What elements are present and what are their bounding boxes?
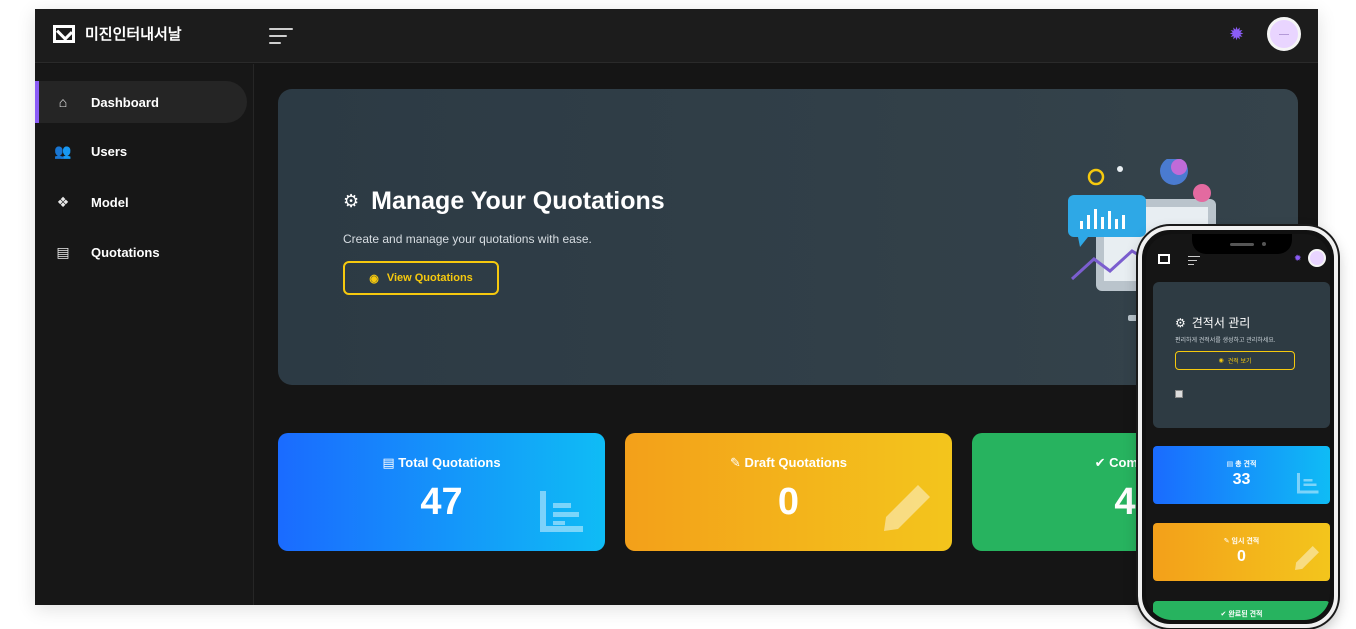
document-icon: ▤ xyxy=(56,243,70,260)
mobile-view-quotations-button[interactable]: ◉ 견적 보기 xyxy=(1175,351,1295,370)
large-pencil-icon xyxy=(1295,546,1319,570)
mobile-hero-title-text: 견적서 관리 xyxy=(1191,316,1251,330)
total-quotations-card[interactable]: ▤ Total Quotations 47 xyxy=(278,433,605,551)
sidebar-item-label: Model xyxy=(91,194,129,210)
broken-image-icon xyxy=(1175,390,1183,398)
sidebar-item-label: Users xyxy=(91,143,128,159)
gear-icon[interactable]: ✹ xyxy=(1229,24,1244,45)
card-title: ✔ 완료된 견적 xyxy=(1153,609,1330,619)
sidebar: ⌂ Dashboard 👥 Users ❖ Model ▤ Quotations xyxy=(35,64,254,605)
mobile-total-quotations-card[interactable]: ▤ 총 견적 33 xyxy=(1153,446,1330,504)
mobile-screen: ✹ ⚙ 견적서 관리 편리하게 견적서를 생성하고 관리하세요. ◉ 견적 보기… xyxy=(1146,234,1330,620)
gears-icon: ⚙ xyxy=(1175,315,1186,330)
file-icon: ▤ xyxy=(1226,461,1236,468)
home-icon: ⌂ xyxy=(58,94,68,110)
mobile-hero-subtitle: 편리하게 견적서를 생성하고 관리하세요. xyxy=(1175,338,1276,344)
check-circle-icon: ✔ xyxy=(1094,455,1106,470)
mobile-draft-quotations-card[interactable]: ✎ 임시 견적 0 xyxy=(1153,523,1330,581)
cubes-icon: ❖ xyxy=(56,193,70,210)
eye-icon: ◉ xyxy=(1218,358,1224,364)
card-title: ▤ 총 견적 xyxy=(1153,459,1330,469)
mobile-hero-title: ⚙ 견적서 관리 xyxy=(1175,314,1250,331)
desktop-window: 미진인터내서날 ✹ ⌂ Dashboard 👥 Users ❖ Model ▤ … xyxy=(35,9,1318,605)
mobile-completed-quotations-card[interactable]: ✔ 완료된 견적 xyxy=(1153,601,1330,620)
card-title-text: Total Quotations xyxy=(398,455,501,470)
sidebar-item-label: Dashboard xyxy=(91,94,159,110)
pencil-icon: ✎ xyxy=(729,455,741,470)
card-title-text: 임시 견적 xyxy=(1231,538,1260,545)
hero-title: ⚙ Manage Your Quotations xyxy=(343,187,665,216)
users-icon: 👥 xyxy=(54,142,72,159)
card-title: ✎ Draft Quotations xyxy=(625,455,952,471)
card-title-text: 완료된 견적 xyxy=(1228,611,1263,618)
draft-quotations-card[interactable]: ✎ Draft Quotations 0 xyxy=(625,433,952,551)
menu-toggle-icon[interactable] xyxy=(269,28,293,44)
card-title-text: Draft Quotations xyxy=(744,455,848,470)
mail-logo-icon xyxy=(53,24,75,43)
chart-bars-icon xyxy=(540,491,583,532)
menu-toggle-icon[interactable] xyxy=(1188,256,1200,268)
avatar[interactable] xyxy=(1267,17,1301,51)
chart-bars-icon xyxy=(1297,473,1319,494)
hero-title-text: Manage Your Quotations xyxy=(371,187,665,215)
sidebar-item-users[interactable]: 👥 Users xyxy=(35,130,247,172)
hero-subtitle: Create and manage your quotations with e… xyxy=(343,232,592,246)
card-title-text: 총 견적 xyxy=(1235,461,1257,468)
button-label: 견적 보기 xyxy=(1227,359,1252,365)
brand[interactable]: 미진인터내서날 xyxy=(53,23,182,44)
phone-notch xyxy=(1192,234,1292,254)
card-title: ▤ Total Quotations xyxy=(278,455,605,471)
eye-icon: ◉ xyxy=(369,272,379,285)
file-icon: ▤ xyxy=(382,455,395,470)
sidebar-item-label: Quotations xyxy=(91,244,160,260)
sidebar-item-quotations[interactable]: ▤ Quotations xyxy=(35,231,247,273)
sidebar-item-model[interactable]: ❖ Model xyxy=(35,181,247,223)
pencil-icon: ✎ xyxy=(1223,538,1232,545)
button-label: View Quotations xyxy=(386,272,473,284)
sidebar-item-dashboard[interactable]: ⌂ Dashboard xyxy=(35,81,247,123)
mail-logo-icon[interactable] xyxy=(1158,254,1170,264)
brand-name: 미진인터내서날 xyxy=(85,26,182,43)
gears-icon: ⚙ xyxy=(343,191,360,211)
mobile-hero-banner: ⚙ 견적서 관리 편리하게 견적서를 생성하고 관리하세요. ◉ 견적 보기 xyxy=(1153,282,1330,428)
mobile-preview: ✹ ⚙ 견적서 관리 편리하게 견적서를 생성하고 관리하세요. ◉ 견적 보기… xyxy=(1138,226,1338,628)
top-navbar: 미진인터내서날 ✹ xyxy=(35,9,1318,63)
gear-icon[interactable]: ✹ xyxy=(1294,253,1302,264)
view-quotations-button[interactable]: ◉ View Quotations xyxy=(343,261,499,295)
avatar[interactable] xyxy=(1308,249,1326,267)
large-pencil-icon xyxy=(884,485,930,531)
